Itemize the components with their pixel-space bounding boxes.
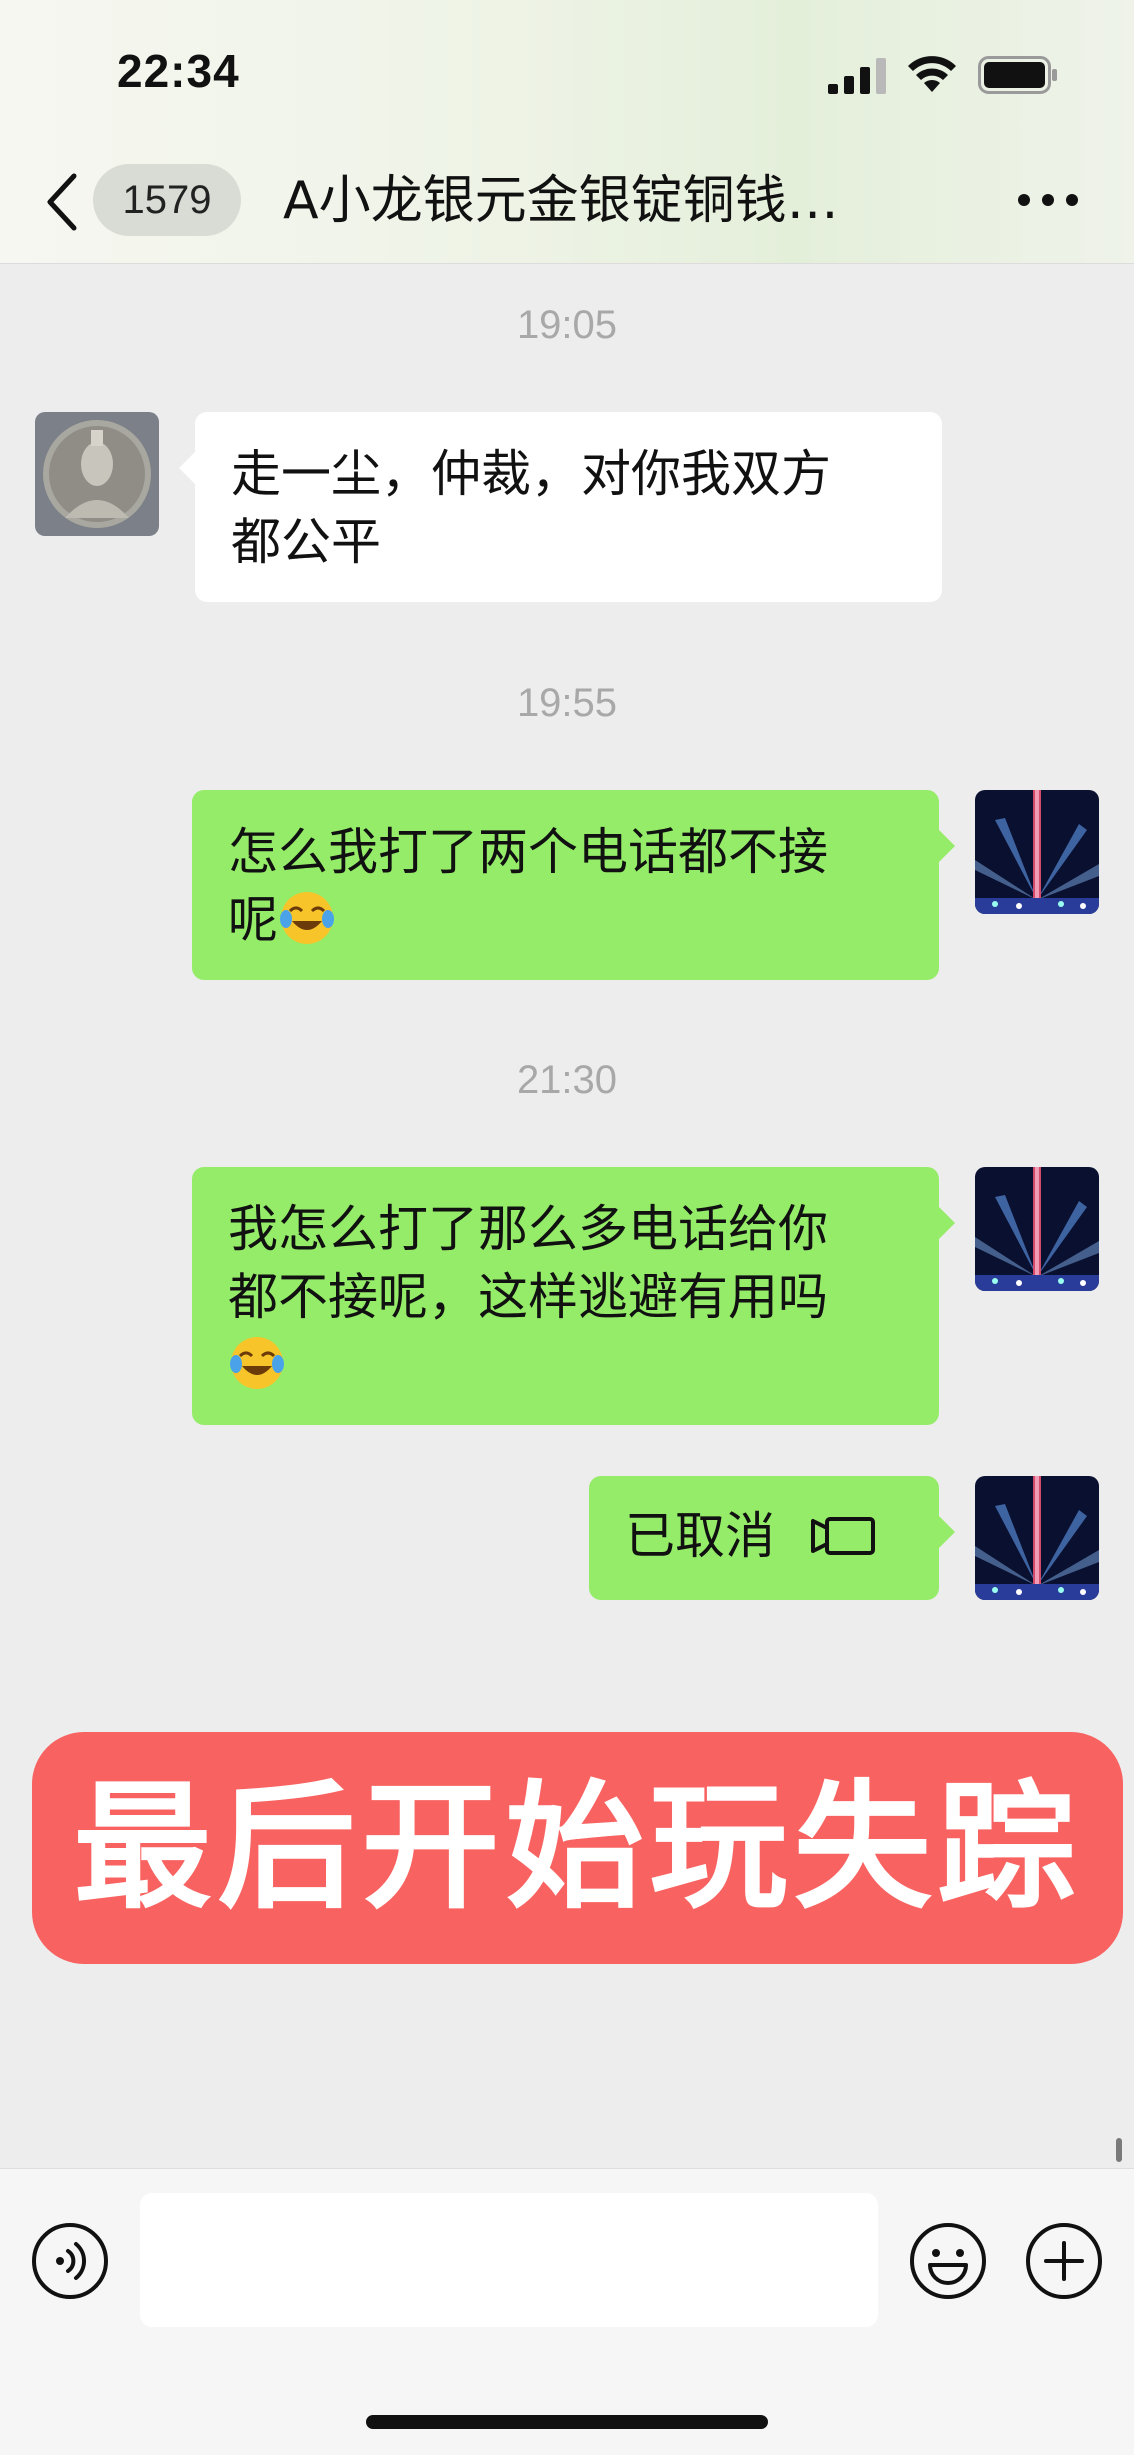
timestamp: 19:05 [516, 303, 618, 347]
status-time: 22:34 [117, 45, 240, 97]
contact-avatar[interactable] [35, 412, 159, 536]
call-row: 已取消 [625, 1502, 903, 1570]
signal-icon [828, 58, 886, 94]
sent-message-bubble[interactable]: 怎么我打了两个电话都不接 呢 [192, 790, 955, 980]
message-line: 怎么我打了两个电话都不接 [228, 823, 828, 881]
face-with-tears-of-joy-icon [228, 1334, 286, 1392]
my-avatar[interactable] [975, 1167, 1099, 1291]
sent-message-bubble[interactable]: 我怎么打了那么多电话给你 都不接呢，这样逃避有用吗 [192, 1167, 955, 1425]
my-avatar[interactable] [975, 790, 1099, 914]
call-status-text: 已取消 [625, 1507, 775, 1565]
scroll-indicator[interactable] [1116, 2138, 1122, 2162]
video-call-icon [811, 1517, 875, 1555]
voice-icon[interactable] [30, 2221, 110, 2301]
caption-banner: 最后开始玩失踪 [32, 1732, 1123, 1964]
ellipsis-icon[interactable] [1016, 188, 1080, 212]
message-line: 走一尘，仲裁，对你我双方 [231, 445, 831, 503]
nav-bar: 1579 A小龙银元金银锭铜钱… [0, 140, 1134, 264]
unread-count-badge[interactable]: 1579 [93, 164, 241, 236]
my-avatar[interactable] [975, 1476, 1099, 1600]
received-message-bubble[interactable]: 走一尘，仲裁，对你我双方 都公平 [179, 412, 942, 602]
cancelled-call-bubble[interactable]: 已取消 [589, 1476, 955, 1600]
face-with-tears-of-joy-icon [278, 889, 336, 947]
message-line: 呢 [228, 886, 903, 954]
wifi-icon [908, 56, 956, 92]
home-indicator [366, 2415, 768, 2429]
message-line: 都不接呢，这样逃避有用吗 [228, 1268, 828, 1326]
message-input[interactable] [140, 2193, 878, 2327]
chat-title: A小龙银元金银锭铜钱… [283, 171, 839, 231]
message-line: 都公平 [231, 513, 381, 571]
status-bar: 22:34 [0, 0, 1134, 140]
battery-icon [978, 56, 1057, 94]
chevron-left-icon[interactable] [44, 172, 80, 232]
smiley-icon[interactable] [908, 2221, 988, 2301]
timestamp: 21:30 [516, 1058, 618, 1102]
message-line [228, 1331, 903, 1399]
message-text: 呢 [228, 891, 278, 949]
message-line: 我怎么打了那么多电话给你 [228, 1200, 828, 1258]
timestamp: 19:55 [516, 681, 618, 725]
input-bar [0, 2168, 1134, 2455]
plus-circle-icon[interactable] [1024, 2221, 1104, 2301]
